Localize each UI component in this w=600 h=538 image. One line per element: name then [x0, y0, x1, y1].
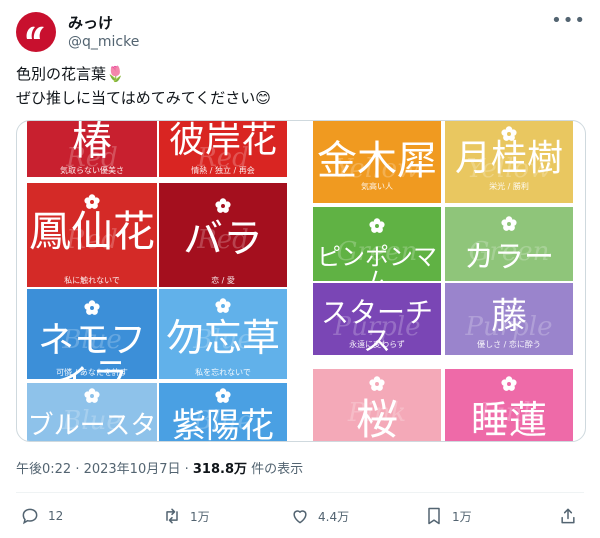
flower-tile: Blue 勿忘草 私を忘れないで — [159, 289, 287, 379]
flower-meaning: 永遠に変わらず — [349, 340, 405, 349]
flower-name: カラー — [464, 240, 554, 275]
flower-emblem-icon — [501, 376, 517, 391]
author-name[interactable]: みっけ — [68, 12, 113, 33]
flower-name: 勿忘草 — [165, 316, 280, 360]
avatar[interactable] — [16, 12, 56, 52]
bookmark-button[interactable]: 1万 — [424, 506, 472, 526]
flower-tile: Blue ネモフィラ 可憐 / あなたを許す — [27, 289, 157, 379]
reply-button[interactable]: 12 — [20, 506, 63, 526]
flower-meaning: 栄光 / 勝利 — [489, 182, 529, 191]
share-button[interactable] — [558, 506, 578, 526]
bookmark-count: 1万 — [452, 509, 472, 524]
flower-emblem-icon — [84, 388, 100, 403]
author-handle[interactable]: @q_micke — [68, 34, 139, 50]
flower-emblem-icon — [215, 198, 231, 213]
flower-tile: Red バラ恋 / 愛 — [159, 183, 287, 287]
like-button[interactable]: 4.4万 — [290, 506, 349, 526]
repost-button[interactable]: 1万 — [162, 506, 210, 526]
flower-tile: Red 椿気取らない優美さ — [27, 121, 157, 177]
bookmark-icon — [428, 507, 440, 525]
divider — [16, 492, 584, 493]
flower-name: バラ — [183, 216, 263, 262]
flower-name: ブルースター — [27, 411, 157, 441]
reply-count: 12 — [48, 509, 64, 523]
flower-meaning: 私に触れないで — [64, 276, 120, 285]
flower-emblem-icon — [215, 388, 231, 403]
flower-emblem-icon — [215, 298, 231, 313]
like-count: 4.4万 — [318, 509, 350, 524]
post-text-line: 色別の花言葉🌷 — [16, 65, 125, 83]
views-suffix: 件の表示 — [247, 462, 304, 477]
flower-tile: Red 彼岸花 情熱 / 独立 / 再会 — [159, 121, 287, 177]
flower-meaning: 情熱 / 独立 / 再会 — [191, 166, 255, 175]
flower-emblem-icon — [84, 300, 100, 315]
post-image[interactable]: Red 椿気取らない優美さ Red 彼岸花 情熱 / 独立 / 再会 Red 鳳仙花 私に触れ… — [16, 120, 586, 442]
flower-name: ピンポンマム — [317, 243, 437, 281]
flower-tile: Red 鳳仙花 私に触れないで — [27, 183, 157, 287]
flower-name: 金木犀 — [317, 138, 437, 184]
flower-emblem-icon — [369, 376, 385, 391]
post-header: みっけ @q_micke ••• — [16, 6, 586, 52]
flower-name: 桜 — [355, 395, 398, 441]
flower-meaning: 私を忘れないで — [195, 368, 251, 377]
flower-name: 睡蓮 — [470, 398, 547, 441]
brand-logo-icon — [26, 26, 44, 39]
flower-tile: Yellow 月桂樹 栄光 / 勝利 — [445, 121, 573, 203]
flower-meaning: 優しさ / 恋に酔う — [477, 340, 541, 349]
flower-tile: Green ピンポンマム — [313, 207, 441, 281]
repost-count: 1万 — [190, 509, 210, 524]
post-meta: 午後0:22 · 2023年10月7日 · 318.8万 件の表示 — [16, 458, 303, 477]
flower-tile: Pink 桜 — [313, 369, 441, 441]
flower-emblem-icon — [369, 218, 385, 233]
reply-icon — [22, 508, 38, 525]
flower-tile: Blue 紫陽花 — [159, 383, 287, 441]
post-text-line: ぜひ推しに当てはめてみてください😊 — [16, 89, 271, 107]
flower-tile: Green カラー — [445, 207, 573, 281]
flower-meaning: 恋 / 愛 — [211, 276, 235, 285]
repost-icon — [166, 508, 178, 524]
flower-meaning: 可憐 / あなたを許す — [56, 368, 128, 377]
flower-name: 藤 — [490, 296, 527, 337]
more-options-icon[interactable]: ••• — [551, 10, 586, 31]
flower-name: 紫陽花 — [172, 406, 274, 441]
action-bar: 12 1万 4.4万 1万 — [16, 506, 584, 532]
flower-tile: Blueブルースター — [27, 383, 157, 441]
flower-tile: Purple スターチス 永遠に変わらず — [313, 283, 441, 355]
share-icon — [561, 508, 575, 524]
flower-meaning: 気高い人 — [361, 182, 393, 191]
flower-name: 月桂樹 — [454, 138, 563, 179]
flower-emblem-icon — [501, 216, 517, 231]
post-text: 色別の花言葉🌷 ぜひ推しに当てはめてみてください😊 — [16, 62, 576, 110]
flower-meaning: 気取らない優美さ — [60, 166, 124, 175]
heart-icon — [293, 510, 307, 524]
flower-tile: Purple 藤優しさ / 恋に酔う — [445, 283, 573, 355]
post-timestamp[interactable]: 午後0:22 · 2023年10月7日 · — [16, 462, 193, 477]
flower-name: 彼岸花 — [168, 121, 277, 161]
views-count: 318.8万 — [192, 462, 248, 477]
flower-name: 鳳仙花 — [28, 207, 155, 256]
flower-tile: Yellow 金木犀 気高い人 — [313, 121, 441, 203]
flower-tile: Pink 睡蓮 — [445, 369, 573, 441]
flower-name: 椿 — [72, 121, 112, 164]
